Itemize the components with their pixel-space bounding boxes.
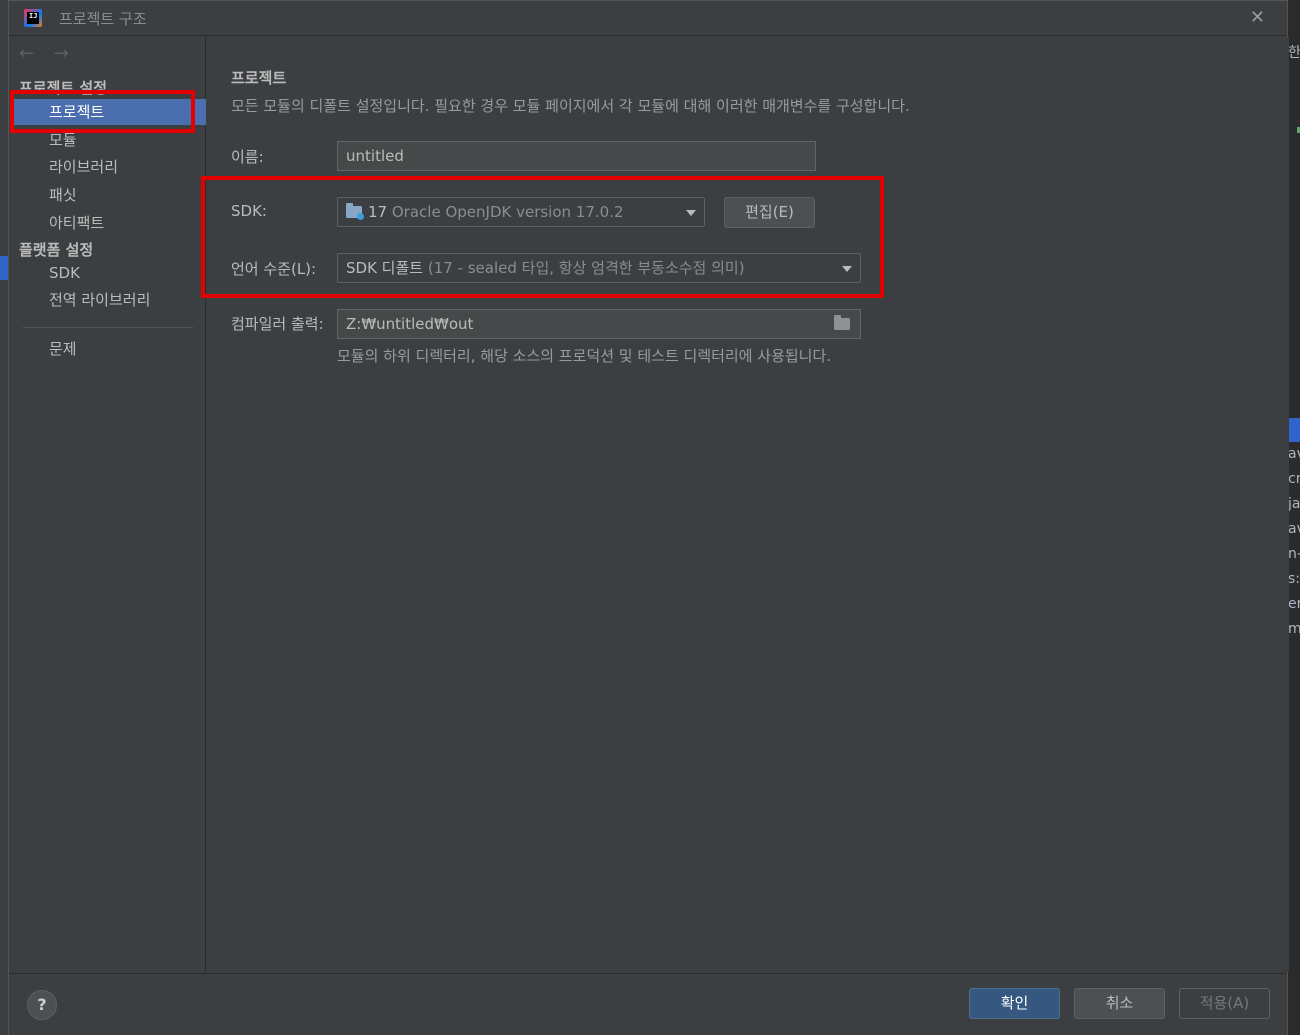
- chevron-down-icon: [842, 266, 852, 272]
- compiler-output-label: 컴파일러 출력:: [231, 315, 324, 333]
- bg-text: av: [1288, 521, 1300, 537]
- section-project-settings: 프로젝트 설정: [19, 79, 108, 97]
- bg-text: av: [1288, 446, 1300, 462]
- sidebar-divider: [23, 327, 193, 328]
- background-selection: [0, 256, 8, 280]
- language-level-value: SDK 디폴트: [346, 259, 424, 277]
- sidebar-item-sdk[interactable]: SDK: [9, 260, 205, 286]
- cancel-button[interactable]: 취소: [1074, 988, 1165, 1019]
- name-label: 이름:: [231, 148, 264, 166]
- page-title: 프로젝트: [231, 69, 287, 87]
- page-description: 모든 모듈의 디폴트 설정입니다. 필요한 경우 모듈 페이지에서 각 모듈에 …: [231, 97, 910, 115]
- forward-arrow-icon[interactable]: →: [54, 43, 69, 64]
- sdk-label: SDK:: [231, 202, 267, 220]
- background-selection: [1288, 418, 1300, 442]
- title-bar: IJ 프로젝트 구조 ✕: [9, 1, 1287, 36]
- bg-text: 한: [1288, 45, 1300, 61]
- background-ide-left: [0, 0, 8, 1035]
- bg-text: er: [1288, 596, 1300, 612]
- project-structure-dialog: IJ 프로젝트 구조 ✕ ← → 프로젝트 설정 프로젝트 모듈 라이브러리 패…: [8, 0, 1289, 1035]
- sdk-dropdown[interactable]: 17 Oracle OpenJDK version 17.0.2: [337, 197, 705, 227]
- intellij-app-icon: IJ: [24, 9, 42, 27]
- edit-sdk-button[interactable]: 편집(E): [724, 197, 815, 228]
- dialog-footer: ? 확인 취소 적용(A): [9, 973, 1287, 1035]
- section-platform-settings: 플랫폼 설정: [19, 241, 94, 259]
- sidebar-item-project[interactable]: 프로젝트: [13, 99, 206, 125]
- compiler-output-hint: 모듈의 하위 디렉터리, 해당 소스의 프로덕션 및 테스트 디렉터리에 사용됩…: [337, 347, 832, 365]
- bg-text: m: [1288, 621, 1300, 637]
- project-name-input[interactable]: untitled: [337, 141, 816, 171]
- compiler-output-input[interactable]: Z:₩untitled₩out: [337, 309, 861, 339]
- sidebar-item-libraries[interactable]: 라이브러리: [9, 154, 205, 180]
- bg-text: s:: [1288, 571, 1300, 587]
- sidebar-item-modules[interactable]: 모듈: [9, 127, 205, 153]
- bg-text: cm: [1288, 471, 1300, 487]
- sdk-detail: Oracle OpenJDK version 17.0.2: [391, 203, 624, 221]
- chevron-down-icon: [686, 210, 696, 216]
- dialog-title: 프로젝트 구조: [59, 10, 147, 28]
- help-button[interactable]: ?: [27, 990, 57, 1020]
- ok-button[interactable]: 확인: [969, 988, 1060, 1019]
- sidebar-item-problems[interactable]: 문제: [9, 336, 205, 362]
- sidebar-item-global-libraries[interactable]: 전역 라이브러리: [9, 287, 205, 313]
- project-settings-panel: 프로젝트 모든 모듈의 디폴트 설정입니다. 필요한 경우 모듈 페이지에서 각…: [207, 37, 1289, 972]
- sidebar: ← → 프로젝트 설정 프로젝트 모듈 라이브러리 패싯 아티팩트 플랫폼 설정…: [9, 37, 206, 972]
- background-ide-right: 한 av cm ja av n- s: er m: [1288, 0, 1300, 1035]
- sidebar-item-artifacts[interactable]: 아티팩트: [9, 210, 205, 236]
- compiler-output-value: Z:₩untitled₩out: [346, 315, 474, 333]
- close-icon[interactable]: ✕: [1250, 7, 1265, 28]
- browse-folder-icon[interactable]: [834, 315, 850, 330]
- back-arrow-icon[interactable]: ←: [19, 43, 34, 64]
- language-level-dropdown[interactable]: SDK 디폴트 (17 - sealed 타입, 항상 엄격한 부동소수점 의미…: [337, 253, 861, 283]
- sidebar-item-facets[interactable]: 패싯: [9, 182, 205, 208]
- bg-text: ja: [1288, 496, 1300, 512]
- sdk-version: 17: [368, 203, 388, 221]
- apply-button[interactable]: 적용(A): [1179, 988, 1270, 1019]
- language-level-label: 언어 수준(L):: [231, 260, 317, 278]
- nav-arrows: ← →: [19, 43, 83, 64]
- language-level-detail: (17 - sealed 타입, 항상 엄격한 부동소수점 의미): [427, 259, 745, 277]
- sdk-folder-icon: [346, 203, 364, 220]
- bg-text: n-: [1288, 546, 1300, 562]
